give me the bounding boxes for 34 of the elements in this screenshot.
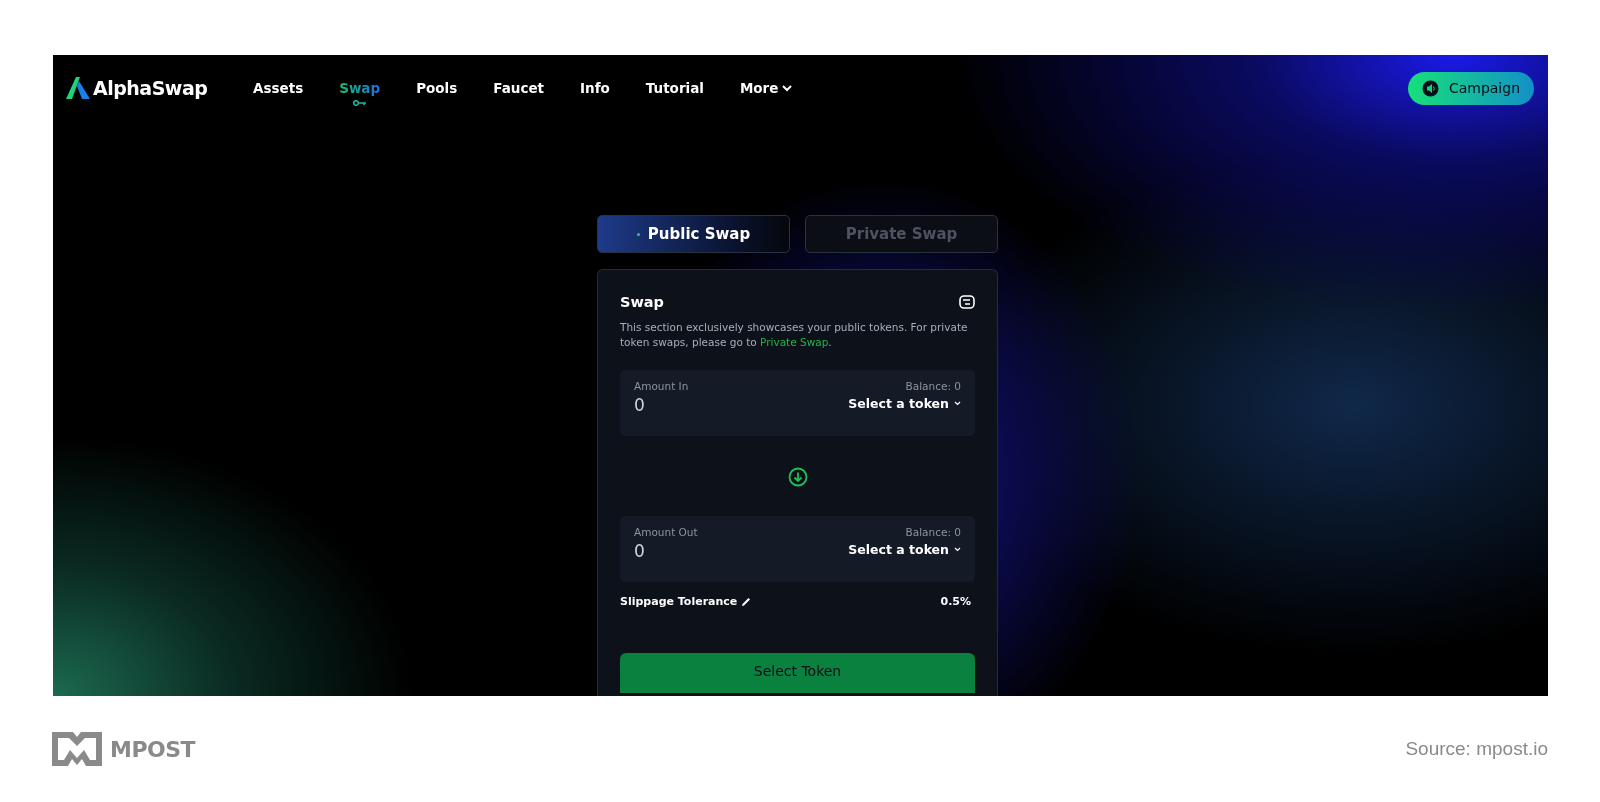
slippage-value: 0.5% [940, 595, 971, 608]
nav-link[interactable]: More [739, 80, 793, 96]
balance-label: Balance: 0 [905, 380, 961, 392]
key-icon [352, 100, 367, 106]
section-description: This section exclusively showcases your public tokens. For private token swaps, please go to Private Swap. [620, 320, 969, 350]
nav-link[interactable]: Assets [253, 80, 304, 96]
nav-link[interactable]: Info [580, 80, 610, 96]
pencil-icon[interactable] [741, 596, 752, 607]
arrow-down-circle-icon[interactable] [787, 467, 808, 487]
amount-value[interactable]: 0 [634, 395, 645, 415]
history-icon[interactable] [959, 295, 975, 309]
amount-label: Amount Out [634, 526, 698, 538]
select-token-button[interactable]: Select Token [620, 653, 975, 693]
speaker-icon [1421, 79, 1439, 97]
source-credit: Source: mpost.io [1405, 738, 1548, 760]
brand-name[interactable]: AlphaSwap [93, 77, 208, 99]
token-select[interactable]: Select a token [848, 396, 961, 411]
chevron-down-icon [782, 84, 793, 92]
card-title: Swap [620, 294, 664, 310]
amount-label: Amount In [634, 380, 689, 392]
nav-link[interactable]: Faucet [493, 80, 544, 96]
chevron-down-icon [954, 547, 961, 552]
nav-link[interactable]: Tutorial [645, 80, 704, 96]
logo-icon [52, 732, 102, 766]
swap-tab[interactable]: Public Swap [597, 215, 790, 253]
nav-link[interactable]: Pools [416, 80, 458, 96]
campaign-button[interactable]: Campaign [1407, 71, 1534, 105]
token-select[interactable]: Select a token [848, 542, 961, 557]
balance-label: Balance: 0 [905, 526, 961, 538]
slippage-label: Slippage Tolerance [620, 595, 738, 608]
logo-icon [65, 76, 91, 100]
chevron-down-icon [954, 401, 961, 406]
amount-value[interactable]: 0 [634, 541, 645, 561]
logo-text: MPOST [110, 736, 196, 762]
